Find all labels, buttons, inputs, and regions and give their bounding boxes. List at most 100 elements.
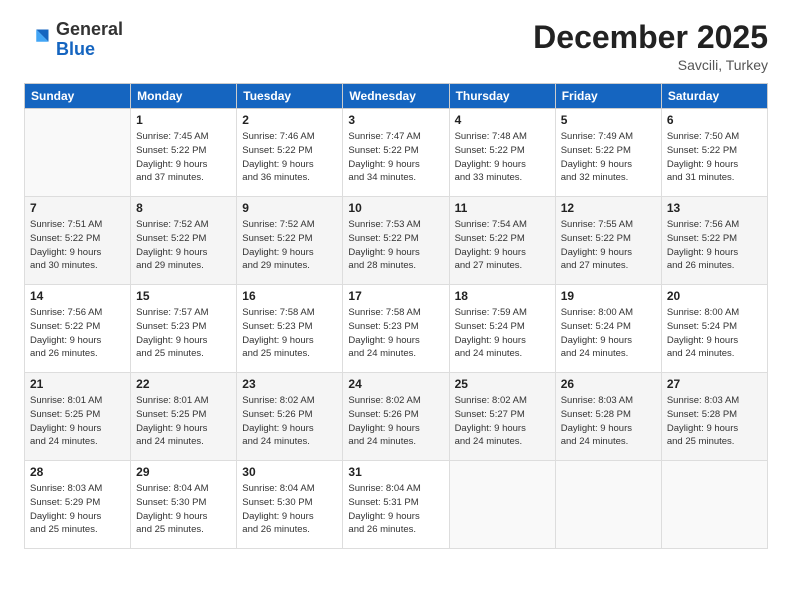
day-number: 12	[561, 201, 656, 215]
sunrise-text: Sunrise: 7:56 AM	[30, 306, 125, 320]
sunset-text: Sunset: 5:24 PM	[667, 320, 762, 334]
day-number: 10	[348, 201, 443, 215]
day-info: Sunrise: 8:02 AMSunset: 5:26 PMDaylight:…	[242, 394, 337, 449]
day-info: Sunrise: 8:02 AMSunset: 5:27 PMDaylight:…	[455, 394, 550, 449]
day-info: Sunrise: 7:52 AMSunset: 5:22 PMDaylight:…	[136, 218, 231, 273]
day-info: Sunrise: 7:48 AMSunset: 5:22 PMDaylight:…	[455, 130, 550, 185]
table-cell: 9 Sunrise: 7:52 AMSunset: 5:22 PMDaylight…	[237, 197, 343, 285]
sunrise-text: Sunrise: 7:46 AM	[242, 130, 337, 144]
table-cell: 26Sunrise: 8:03 AMSunset: 5:28 PMDayligh…	[555, 373, 661, 461]
day-number: 11	[455, 201, 550, 215]
table-cell: 14 Sunrise: 7:56 AMSunset: 5:22 PMDayligh…	[25, 285, 131, 373]
sunrise-text: Sunrise: 7:58 AM	[242, 306, 337, 320]
day-number: 3	[348, 113, 443, 127]
day-number: 25	[455, 377, 550, 391]
daylight-text: Daylight: 9 hoursand 37 minutes.	[136, 158, 231, 186]
day-number: 15	[136, 289, 231, 303]
daylight-text: Daylight: 9 hoursand 29 minutes.	[242, 246, 337, 274]
calendar-week-3: 14Sunrise: 7:56 AMSunset: 5:22 PMDayligh…	[25, 285, 768, 373]
daylight-text: Daylight: 9 hoursand 29 minutes.	[136, 246, 231, 274]
table-cell: 22Sunrise: 8:01 AMSunset: 5:25 PMDayligh…	[131, 373, 237, 461]
sunrise-text: Sunrise: 8:03 AM	[667, 394, 762, 408]
page: General Blue December 2025 Savcili, Turk…	[0, 0, 792, 612]
daylight-text: Daylight: 9 hoursand 33 minutes.	[455, 158, 550, 186]
sunset-text: Sunset: 5:28 PM	[561, 408, 656, 422]
daylight-text: Daylight: 9 hoursand 36 minutes.	[242, 158, 337, 186]
sunset-text: Sunset: 5:22 PM	[561, 144, 656, 158]
calendar: Sunday Monday Tuesday Wednesday Thursday…	[24, 83, 768, 549]
sunrise-text: Sunrise: 8:00 AM	[667, 306, 762, 320]
day-number: 14	[30, 289, 125, 303]
day-number: 7	[30, 201, 125, 215]
day-info: Sunrise: 7:50 AMSunset: 5:22 PMDaylight:…	[667, 130, 762, 185]
day-number: 4	[455, 113, 550, 127]
daylight-text: Daylight: 9 hoursand 26 minutes.	[348, 510, 443, 538]
title-section: December 2025 Savcili, Turkey	[533, 20, 768, 73]
sunrise-text: Sunrise: 7:47 AM	[348, 130, 443, 144]
table-cell: 13Sunrise: 7:56 AMSunset: 5:22 PMDayligh…	[661, 197, 767, 285]
sunrise-text: Sunrise: 7:49 AM	[561, 130, 656, 144]
day-number: 1	[136, 113, 231, 127]
day-number: 20	[667, 289, 762, 303]
sunrise-text: Sunrise: 7:52 AM	[136, 218, 231, 232]
table-cell: 18Sunrise: 7:59 AMSunset: 5:24 PMDayligh…	[449, 285, 555, 373]
daylight-text: Daylight: 9 hoursand 25 minutes.	[242, 334, 337, 362]
table-cell: 28Sunrise: 8:03 AMSunset: 5:29 PMDayligh…	[25, 461, 131, 549]
day-info: Sunrise: 8:03 AMSunset: 5:29 PMDaylight:…	[30, 482, 125, 537]
sunrise-text: Sunrise: 8:01 AM	[136, 394, 231, 408]
sunset-text: Sunset: 5:31 PM	[348, 496, 443, 510]
sunset-text: Sunset: 5:24 PM	[561, 320, 656, 334]
sunset-text: Sunset: 5:29 PM	[30, 496, 125, 510]
daylight-text: Daylight: 9 hoursand 24 minutes.	[455, 422, 550, 450]
day-number: 9	[242, 201, 337, 215]
day-number: 29	[136, 465, 231, 479]
daylight-text: Daylight: 9 hoursand 30 minutes.	[30, 246, 125, 274]
sunrise-text: Sunrise: 8:02 AM	[242, 394, 337, 408]
table-cell	[25, 109, 131, 197]
day-number: 5	[561, 113, 656, 127]
sunset-text: Sunset: 5:22 PM	[348, 232, 443, 246]
day-number: 21	[30, 377, 125, 391]
sunset-text: Sunset: 5:22 PM	[30, 320, 125, 334]
day-info: Sunrise: 7:49 AMSunset: 5:22 PMDaylight:…	[561, 130, 656, 185]
sunset-text: Sunset: 5:28 PM	[667, 408, 762, 422]
sunset-text: Sunset: 5:23 PM	[242, 320, 337, 334]
table-cell: 30Sunrise: 8:04 AMSunset: 5:30 PMDayligh…	[237, 461, 343, 549]
day-info: Sunrise: 8:04 AMSunset: 5:30 PMDaylight:…	[242, 482, 337, 537]
daylight-text: Daylight: 9 hoursand 25 minutes.	[30, 510, 125, 538]
col-monday: Monday	[131, 84, 237, 109]
table-cell: 27Sunrise: 8:03 AMSunset: 5:28 PMDayligh…	[661, 373, 767, 461]
sunrise-text: Sunrise: 7:54 AM	[455, 218, 550, 232]
day-info: Sunrise: 7:55 AMSunset: 5:22 PMDaylight:…	[561, 218, 656, 273]
daylight-text: Daylight: 9 hoursand 26 minutes.	[30, 334, 125, 362]
day-info: Sunrise: 8:04 AMSunset: 5:30 PMDaylight:…	[136, 482, 231, 537]
sunset-text: Sunset: 5:22 PM	[136, 144, 231, 158]
table-cell: 21Sunrise: 8:01 AMSunset: 5:25 PMDayligh…	[25, 373, 131, 461]
daylight-text: Daylight: 9 hoursand 28 minutes.	[348, 246, 443, 274]
day-info: Sunrise: 7:52 AMSunset: 5:22 PMDaylight:…	[242, 218, 337, 273]
table-cell: 6Sunrise: 7:50 AMSunset: 5:22 PMDaylight…	[661, 109, 767, 197]
col-thursday: Thursday	[449, 84, 555, 109]
day-number: 2	[242, 113, 337, 127]
daylight-text: Daylight: 9 hoursand 26 minutes.	[667, 246, 762, 274]
sunrise-text: Sunrise: 8:04 AM	[136, 482, 231, 496]
table-cell: 17Sunrise: 7:58 AMSunset: 5:23 PMDayligh…	[343, 285, 449, 373]
sunrise-text: Sunrise: 8:04 AM	[242, 482, 337, 496]
day-info: Sunrise: 7:57 AMSunset: 5:23 PMDaylight:…	[136, 306, 231, 361]
sunset-text: Sunset: 5:22 PM	[455, 144, 550, 158]
day-info: Sunrise: 8:01 AMSunset: 5:25 PMDaylight:…	[136, 394, 231, 449]
sunset-text: Sunset: 5:22 PM	[242, 144, 337, 158]
table-cell: 3Sunrise: 7:47 AMSunset: 5:22 PMDaylight…	[343, 109, 449, 197]
col-tuesday: Tuesday	[237, 84, 343, 109]
header: General Blue December 2025 Savcili, Turk…	[24, 20, 768, 73]
table-cell	[449, 461, 555, 549]
sunset-text: Sunset: 5:30 PM	[242, 496, 337, 510]
day-info: Sunrise: 8:00 AMSunset: 5:24 PMDaylight:…	[667, 306, 762, 361]
sunset-text: Sunset: 5:23 PM	[348, 320, 443, 334]
daylight-text: Daylight: 9 hoursand 24 minutes.	[242, 422, 337, 450]
location: Savcili, Turkey	[533, 57, 768, 73]
daylight-text: Daylight: 9 hoursand 24 minutes.	[561, 422, 656, 450]
sunrise-text: Sunrise: 7:51 AM	[30, 218, 125, 232]
sunrise-text: Sunrise: 8:02 AM	[455, 394, 550, 408]
day-number: 31	[348, 465, 443, 479]
